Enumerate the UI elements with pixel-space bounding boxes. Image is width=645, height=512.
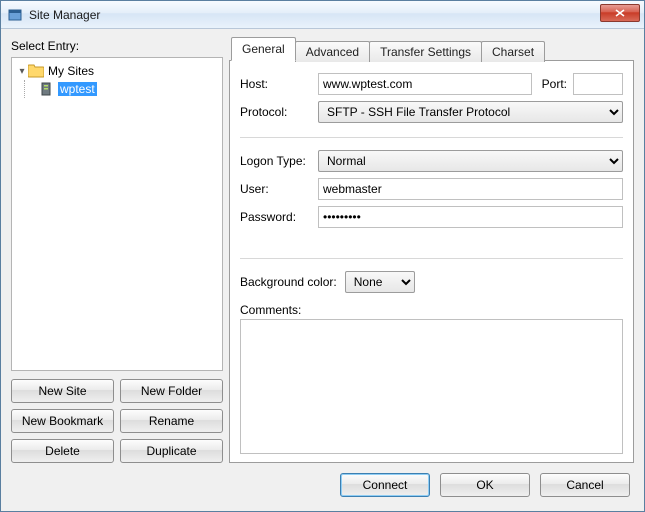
tab-transfer-settings[interactable]: Transfer Settings — [369, 41, 482, 62]
background-color-select[interactable]: None — [345, 271, 415, 293]
new-bookmark-button[interactable]: New Bookmark — [11, 409, 114, 433]
row-bgcolor: Background color: None — [240, 271, 623, 293]
comments-textarea[interactable] — [240, 319, 623, 454]
dialog-body: Select Entry: ▾ My Sites — [1, 29, 644, 463]
rename-button[interactable]: Rename — [120, 409, 223, 433]
background-color-label: Background color: — [240, 275, 337, 289]
new-folder-button[interactable]: New Folder — [120, 379, 223, 403]
row-user: User: — [240, 178, 623, 200]
port-label: Port: — [542, 77, 567, 91]
app-icon — [7, 7, 23, 23]
titlebar: Site Manager — [1, 1, 644, 29]
host-input[interactable] — [318, 73, 532, 95]
entry-tree[interactable]: ▾ My Sites — [11, 57, 223, 371]
cancel-button[interactable]: Cancel — [540, 473, 630, 497]
tree-site[interactable]: wptest — [14, 80, 220, 98]
tab-advanced[interactable]: Advanced — [295, 41, 370, 62]
separator-1 — [240, 137, 623, 138]
tree-site-label: wptest — [58, 82, 97, 96]
collapse-toggle-icon[interactable]: ▾ — [16, 66, 28, 77]
select-entry-label: Select Entry: — [11, 39, 223, 53]
row-password: Password: — [240, 206, 623, 228]
row-logon: Logon Type: Normal — [240, 150, 623, 172]
protocol-select[interactable]: SFTP - SSH File Transfer Protocol — [318, 101, 623, 123]
site-manager-window: Site Manager Select Entry: ▾ My Sites — [0, 0, 645, 512]
tab-charset[interactable]: Charset — [481, 41, 545, 62]
dialog-footer: Connect OK Cancel — [1, 463, 644, 511]
user-input[interactable] — [318, 178, 623, 200]
close-icon — [615, 9, 625, 17]
comments-label: Comments: — [240, 303, 623, 317]
server-icon — [40, 82, 54, 96]
folder-icon — [28, 64, 44, 78]
close-button[interactable] — [600, 4, 640, 22]
protocol-label: Protocol: — [240, 105, 318, 119]
left-panel: Select Entry: ▾ My Sites — [11, 37, 223, 463]
port-input[interactable] — [573, 73, 623, 95]
logon-type-select[interactable]: Normal — [318, 150, 623, 172]
site-buttons: New Site New Folder New Bookmark Rename … — [11, 379, 223, 463]
user-label: User: — [240, 182, 318, 196]
password-label: Password: — [240, 210, 318, 224]
window-title: Site Manager — [29, 8, 100, 22]
connect-button[interactable]: Connect — [340, 473, 430, 497]
logon-type-label: Logon Type: — [240, 154, 318, 168]
delete-button[interactable]: Delete — [11, 439, 114, 463]
row-host: Host: Port: — [240, 73, 623, 95]
row-protocol: Protocol: SFTP - SSH File Transfer Proto… — [240, 101, 623, 123]
duplicate-button[interactable]: Duplicate — [120, 439, 223, 463]
host-label: Host: — [240, 77, 318, 91]
tab-strip: General Advanced Transfer Settings Chars… — [229, 37, 634, 61]
tab-general[interactable]: General — [231, 37, 296, 61]
new-site-button[interactable]: New Site — [11, 379, 114, 403]
tree-root-label: My Sites — [48, 64, 94, 78]
password-input[interactable] — [318, 206, 623, 228]
tab-panel-general: Host: Port: Protocol: SFTP - SSH File Tr… — [229, 60, 634, 463]
right-panel: General Advanced Transfer Settings Chars… — [229, 37, 634, 463]
separator-2 — [240, 258, 623, 259]
tree-root[interactable]: ▾ My Sites — [14, 62, 220, 80]
ok-button[interactable]: OK — [440, 473, 530, 497]
